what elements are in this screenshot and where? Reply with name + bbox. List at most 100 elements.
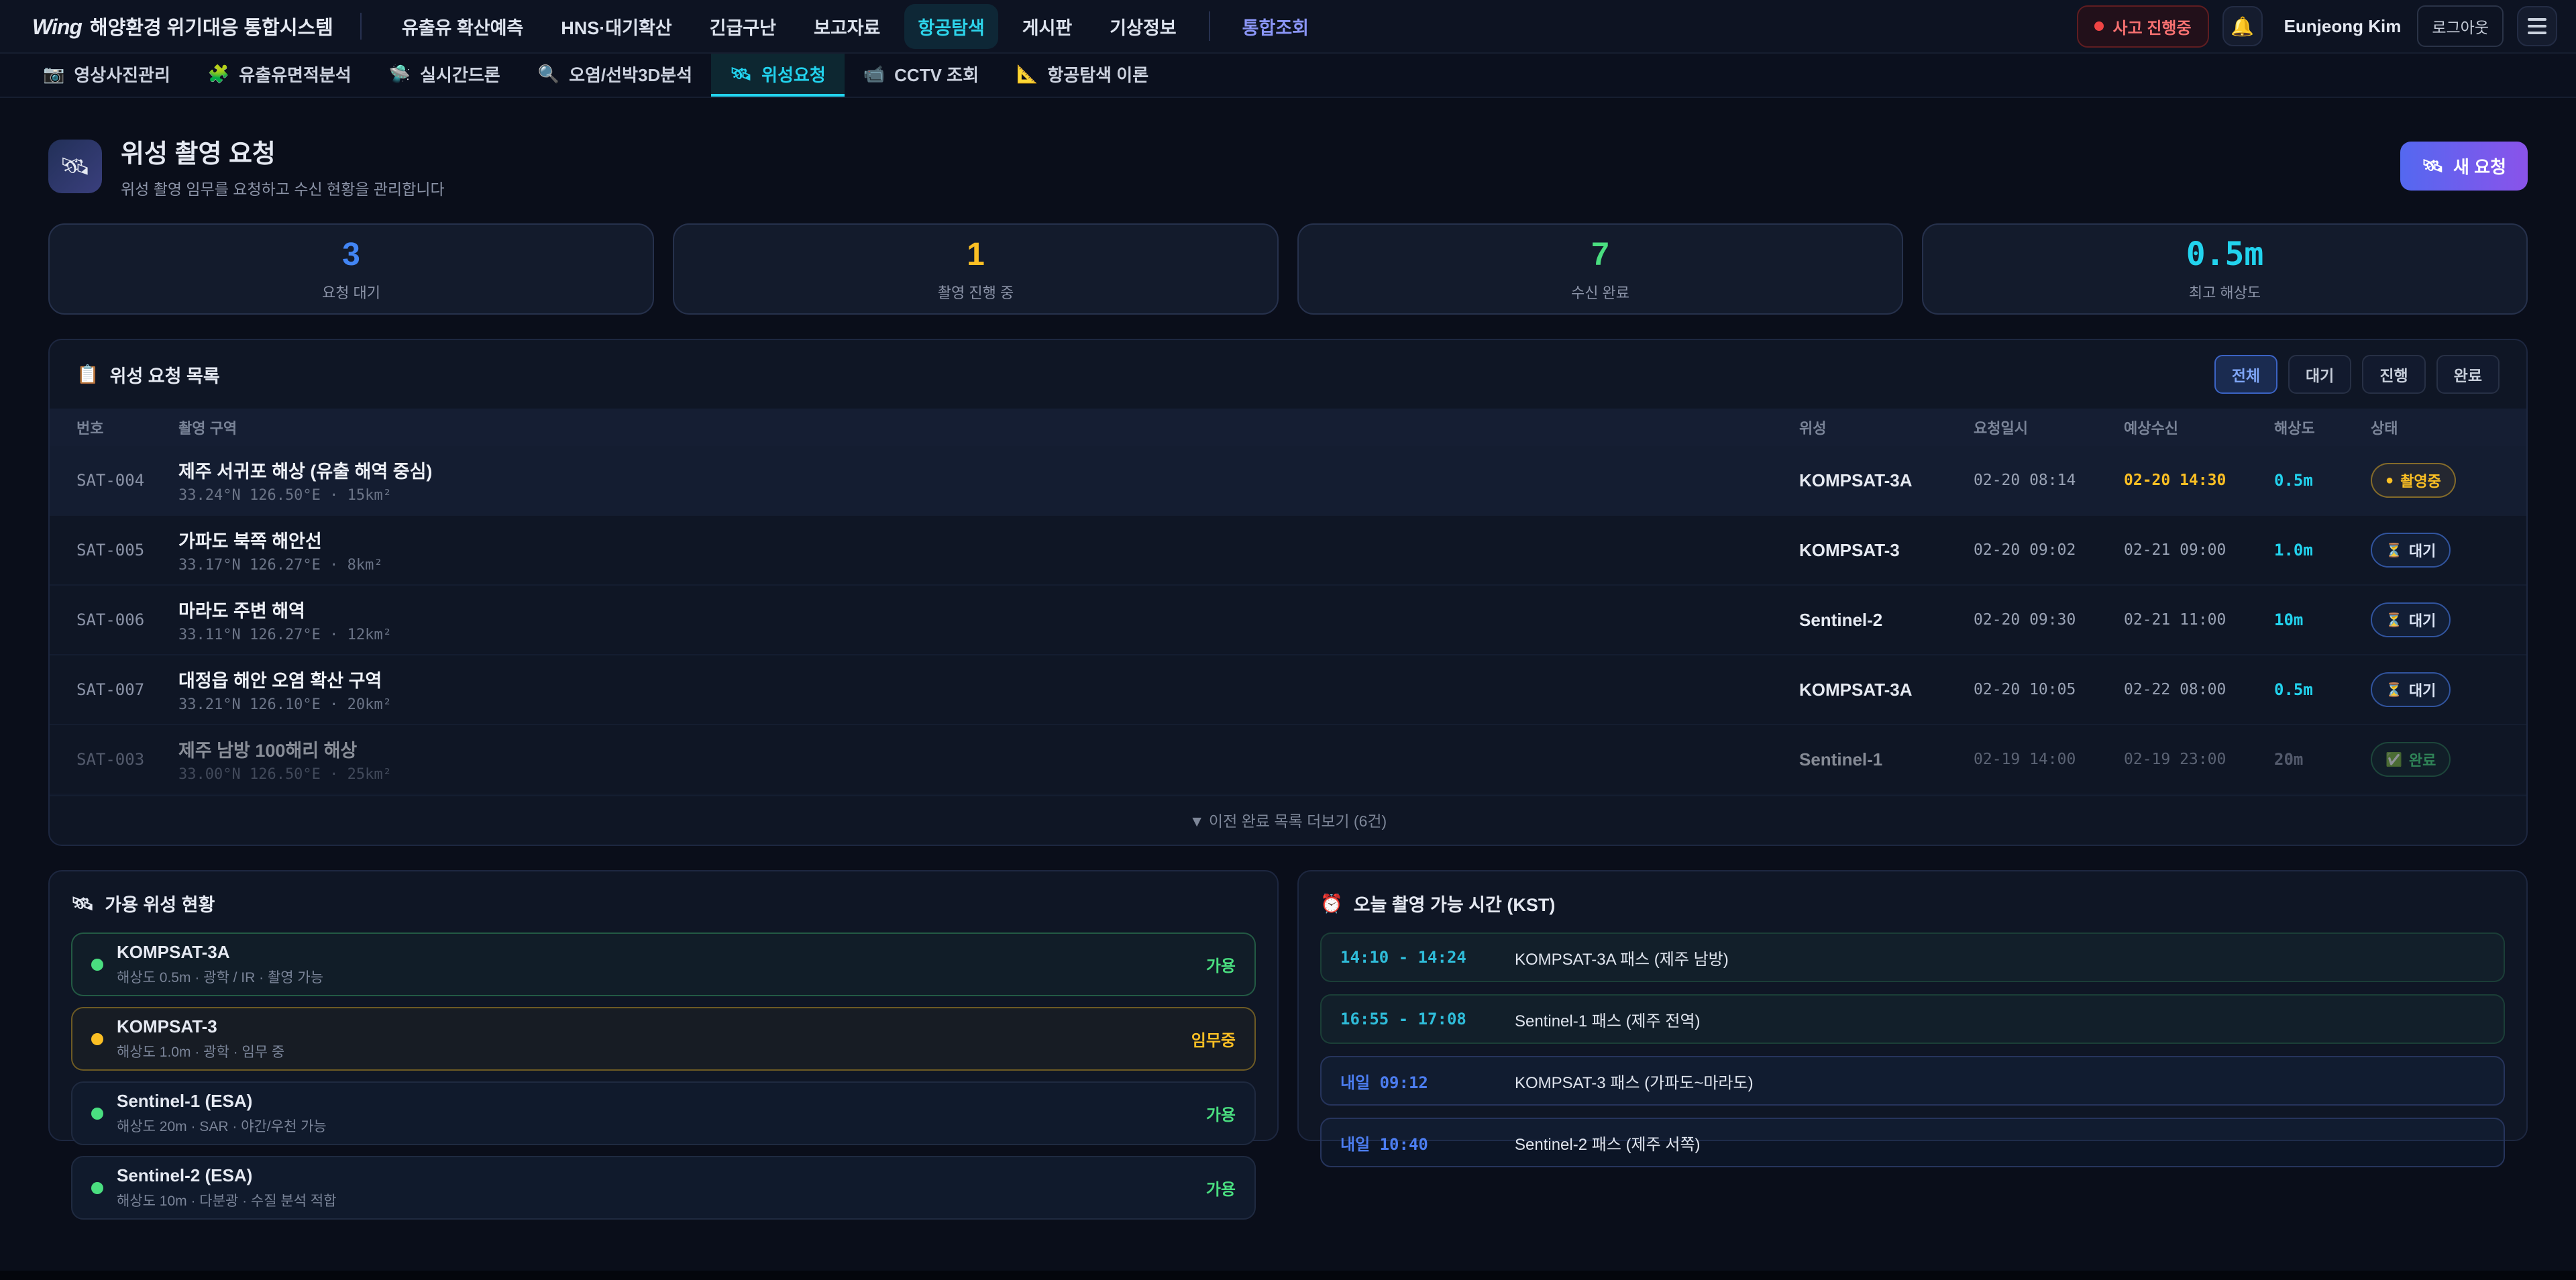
tab-cctv-view[interactable]: 📹 CCTV 조회 — [845, 54, 998, 97]
request-satellite: KOMPSAT-3A — [1799, 470, 1974, 491]
tab-aerial-search-theory[interactable]: 📐 항공탐색 이론 — [998, 54, 1167, 97]
menu-item-integrated-search[interactable]: 통합조회 — [1229, 4, 1322, 49]
request-resolution: 0.5m — [2274, 680, 2371, 699]
status-badge: ● 촬영중 — [2371, 463, 2456, 498]
request-coords: 33.24°N 126.50°E · 15km² — [178, 487, 1799, 504]
menu-item-weather-info[interactable]: 기상정보 — [1096, 4, 1189, 49]
show-more-completed-link[interactable]: ▼ 이전 완료 목록 더보기 (6건) — [50, 795, 2526, 845]
table-row[interactable]: SAT-006 마라도 주변 해역 33.11°N 126.27°E · 12k… — [50, 586, 2526, 655]
satellite-icon: 🛰 — [2422, 156, 2444, 176]
satellite-status: 가용 — [1206, 953, 1236, 976]
page-header: 🛰 위성 촬영 요청 위성 촬영 임무를 요청하고 수신 현황을 관리합니다 🛰… — [48, 133, 2528, 199]
satellite-name: KOMPSAT-3 — [117, 1016, 284, 1037]
stat-value: 7 — [1591, 236, 1609, 273]
stat-card-pending: 3 요청 대기 — [48, 223, 654, 315]
pass-label: Sentinel-2 패스 (제주 서쪽) — [1515, 1131, 1701, 1155]
satellite-status: 가용 — [1206, 1102, 1236, 1125]
request-area: 가파도 북쪽 해안선 33.17°N 126.27°E · 8km² — [178, 527, 1799, 574]
expected-at: 02-19 23:00 — [2124, 751, 2274, 768]
pass-row[interactable]: 14:10 - 14:24 KOMPSAT-3A 패스 (제주 남방) — [1320, 932, 2505, 982]
stat-label: 수신 완료 — [1571, 281, 1629, 303]
satellite-item[interactable]: KOMPSAT-3A 해상도 0.5m · 광학 / IR · 촬영 가능 가용 — [71, 932, 1256, 996]
request-id: SAT-004 — [76, 471, 178, 490]
status-dot-icon — [91, 1182, 103, 1194]
request-status: ⏳ 대기 — [2371, 533, 2500, 568]
page-subtitle: 위성 촬영 임무를 요청하고 수신 현황을 관리합니다 — [121, 176, 445, 199]
today-pass-schedule-panel: ⏰ 오늘 촬영 가능 시간 (KST) 14:10 - 14:24 KOMPSA… — [1297, 870, 2528, 1141]
request-coords: 33.11°N 126.27°E · 12km² — [178, 627, 1799, 643]
user-name: Eunjeong Kim — [2284, 16, 2402, 37]
pass-row[interactable]: 16:55 - 17:08 Sentinel-1 패스 (제주 전역) — [1320, 994, 2505, 1044]
app-root: Wing 해양환경 위기대응 통합시스템 유출유 확산예측 HNS·대기확산 긴… — [0, 0, 2576, 1280]
table-row[interactable]: SAT-005 가파도 북쪽 해안선 33.17°N 126.27°E · 8k… — [50, 516, 2526, 586]
request-coords: 33.17°N 126.27°E · 8km² — [178, 557, 1799, 574]
tab-satellite-request[interactable]: 🛰 위성요청 — [711, 54, 845, 97]
request-resolution: 10m — [2274, 610, 2371, 629]
request-satellite: KOMPSAT-3 — [1799, 540, 1974, 561]
requested-at: 02-20 09:30 — [1974, 611, 2124, 629]
menu-item-oil-spill-forecast[interactable]: 유출유 확산예측 — [388, 4, 537, 49]
request-id: SAT-005 — [76, 541, 178, 559]
satellite-desc: 해상도 0.5m · 광학 / IR · 촬영 가능 — [117, 967, 323, 987]
status-badge: ⏳ 대기 — [2371, 533, 2451, 568]
satellite-item[interactable]: Sentinel-2 (ESA) 해상도 10m · 다분광 · 수질 분석 적… — [71, 1156, 1256, 1220]
tab-realtime-drone[interactable]: 🛸 실시간드론 — [370, 54, 519, 97]
stat-card-in-progress: 1 촬영 진행 중 — [673, 223, 1279, 315]
incident-dot-icon — [2094, 21, 2104, 31]
request-resolution: 1.0m — [2274, 541, 2371, 559]
request-satellite: Sentinel-2 — [1799, 610, 1974, 631]
notifications-button[interactable]: 🔔 — [2222, 6, 2263, 46]
requested-at: 02-20 08:14 — [1974, 472, 2124, 489]
satellite-icon: 🛰 — [71, 893, 94, 914]
requested-at: 02-20 10:05 — [1974, 681, 2124, 698]
logout-button[interactable]: 로그아웃 — [2417, 5, 2504, 47]
menu-item-hns-diffusion[interactable]: HNS·대기확산 — [547, 4, 685, 49]
satellite-request-list-panel: 📋 위성 요청 목록 전체 대기 진행 완료 번호 촬영 구역 위성 요청일시 … — [48, 339, 2528, 846]
check-icon: ✅ — [2385, 751, 2402, 768]
filter-done-button[interactable]: 완료 — [2436, 355, 2500, 394]
available-satellites-panel: 🛰 가용 위성 현황 KOMPSAT-3A 해상도 0.5m · 광학 / IR… — [48, 870, 1279, 1141]
new-request-button[interactable]: 🛰 새 요청 — [2400, 142, 2528, 191]
col-header-id: 번호 — [76, 417, 178, 438]
table-header-row: 번호 촬영 구역 위성 요청일시 예상수신 해상도 상태 — [50, 409, 2526, 446]
filter-waiting-button[interactable]: 대기 — [2288, 355, 2351, 394]
table-row[interactable]: SAT-003 제주 남방 100해리 해상 33.00°N 126.50°E … — [50, 725, 2526, 795]
clipboard-icon: 📋 — [76, 364, 99, 385]
request-satellite: KOMPSAT-3A — [1799, 680, 1974, 700]
menu-item-reports[interactable]: 보고자료 — [800, 4, 894, 49]
incident-status-badge[interactable]: 사고 진행중 — [2077, 5, 2209, 48]
menu-item-aerial-search[interactable]: 항공탐색 — [904, 4, 998, 49]
menu-item-emergency-rescue[interactable]: 긴급구난 — [696, 4, 790, 49]
col-header-satellite: 위성 — [1799, 417, 1974, 438]
request-resolution: 0.5m — [2274, 471, 2371, 490]
hourglass-icon: ⏳ — [2385, 542, 2402, 559]
col-header-area: 촬영 구역 — [178, 417, 1799, 438]
app-title: 해양환경 위기대응 통합시스템 — [90, 12, 333, 40]
page-header-text: 위성 촬영 요청 위성 촬영 임무를 요청하고 수신 현황을 관리합니다 — [121, 133, 445, 199]
tab-pollution-ship-3d[interactable]: 🔍 오염/선박3D분석 — [519, 54, 711, 97]
bell-icon: 🔔 — [2231, 15, 2254, 38]
pass-row[interactable]: 내일 10:40 Sentinel-2 패스 (제주 서쪽) — [1320, 1118, 2505, 1167]
panel-title: ⏰ 오늘 촬영 가능 시간 (KST) — [1320, 890, 2505, 916]
page-content: 🛰 위성 촬영 요청 위성 촬영 임무를 요청하고 수신 현황을 관리합니다 🛰… — [0, 98, 2576, 1141]
menu-item-board[interactable]: 게시판 — [1009, 4, 1086, 49]
table-row[interactable]: SAT-004 제주 서귀포 해상 (유출 해역 중심) 33.24°N 126… — [50, 446, 2526, 516]
status-dot-icon — [91, 1033, 103, 1045]
col-header-requested: 요청일시 — [1974, 417, 2124, 438]
satellite-item[interactable]: KOMPSAT-3 해상도 1.0m · 광학 · 임무 중 임무중 — [71, 1007, 1256, 1071]
status-filters: 전체 대기 진행 완료 — [2214, 355, 2500, 394]
filter-in-progress-button[interactable]: 진행 — [2362, 355, 2425, 394]
tab-oil-area-analysis[interactable]: 🧩 유출유면적분석 — [189, 54, 370, 97]
top-navbar: Wing 해양환경 위기대응 통합시스템 유출유 확산예측 HNS·대기확산 긴… — [0, 0, 2576, 54]
triangle-ruler-icon: 📐 — [1016, 64, 1038, 85]
pass-row[interactable]: 내일 09:12 KOMPSAT-3 패스 (가파도~마라도) — [1320, 1056, 2505, 1106]
panel-title: 📋 위성 요청 목록 — [76, 362, 220, 388]
tab-image-photo-management[interactable]: 📷 영상사진관리 — [24, 54, 189, 97]
divider — [360, 13, 362, 40]
hamburger-icon — [2528, 18, 2546, 34]
hamburger-menu-button[interactable] — [2517, 6, 2557, 46]
app-logo[interactable]: Wing 해양환경 위기대응 통합시스템 — [32, 12, 333, 40]
satellite-item[interactable]: Sentinel-1 (ESA) 해상도 20m · SAR · 야간/우천 가… — [71, 1081, 1256, 1145]
filter-all-button[interactable]: 전체 — [2214, 355, 2277, 394]
table-row[interactable]: SAT-007 대정읍 해안 오염 확산 구역 33.21°N 126.10°E… — [50, 655, 2526, 725]
